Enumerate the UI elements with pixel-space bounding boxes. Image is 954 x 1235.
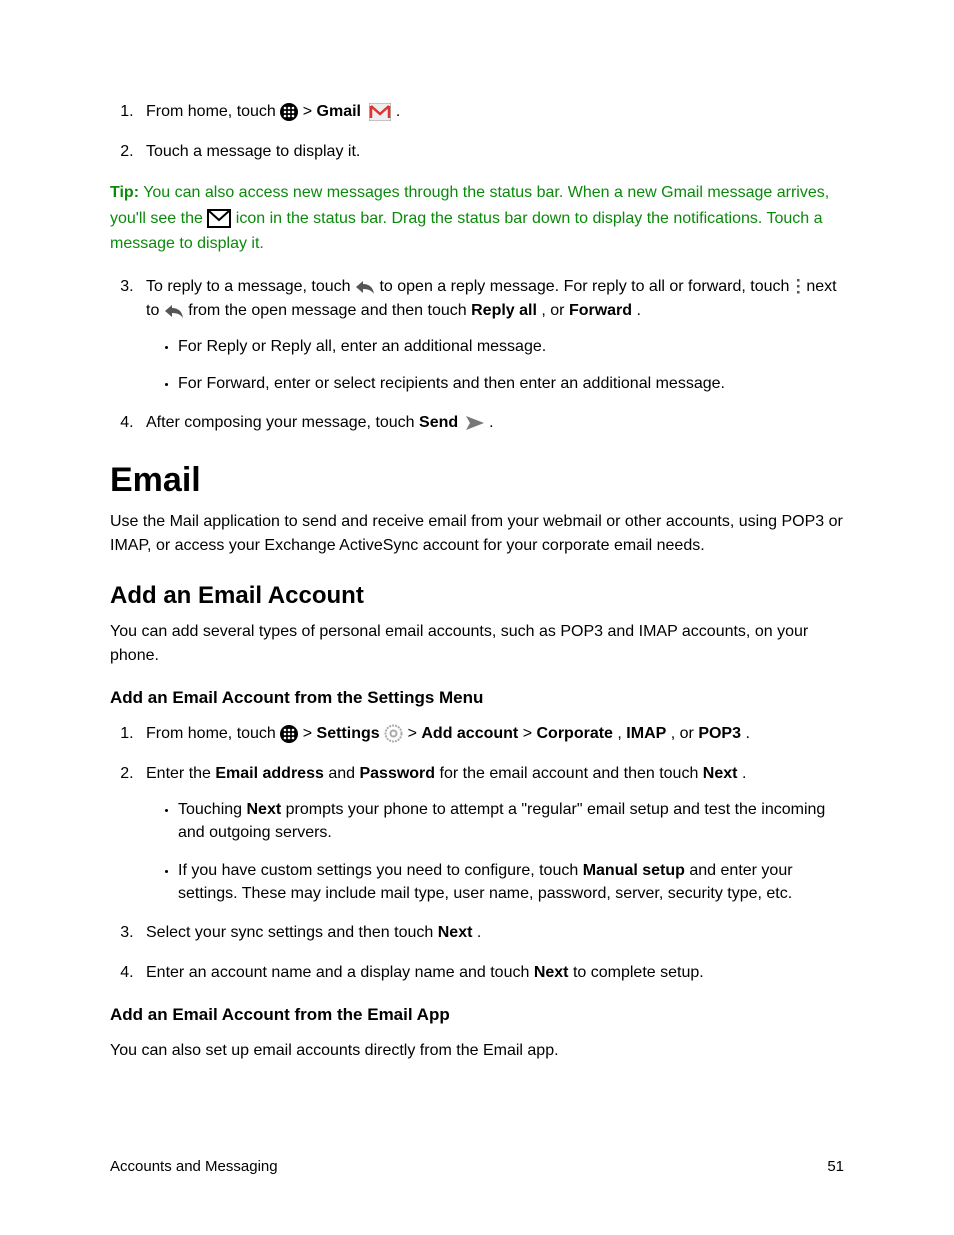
text: . xyxy=(742,765,746,782)
text: From home, touch xyxy=(146,725,280,742)
next-label: Next xyxy=(534,964,569,981)
pop3-label: POP3 xyxy=(698,725,741,742)
instruction-list-cont: To reply to a message, touch to open a r… xyxy=(110,275,844,435)
add-from-settings-heading: Add an Email Account from the Settings M… xyxy=(110,688,844,708)
add-account-intro: You can add several types of personal em… xyxy=(110,620,844,668)
email-intro: Use the Mail application to send and rec… xyxy=(110,510,844,558)
corporate-label: Corporate xyxy=(537,725,613,742)
add-account-heading: Add an Email Account xyxy=(110,582,844,610)
step-2: Enter the Email address and Password for… xyxy=(138,762,844,905)
step-4: After composing your message, touch Send… xyxy=(138,411,844,435)
email-heading: Email xyxy=(110,461,844,500)
text: to complete setup. xyxy=(573,964,704,981)
text: Touching xyxy=(178,801,247,818)
text: Enter the xyxy=(146,765,215,782)
text: From home, touch xyxy=(146,103,280,120)
text: Select your sync settings and then touch xyxy=(146,924,438,941)
manual-setup-label: Manual setup xyxy=(583,862,685,879)
instruction-list-top: From home, touch > Gmail . Touch a messa… xyxy=(110,100,844,164)
text: to open a reply message. For reply to al… xyxy=(379,278,793,295)
text: . xyxy=(396,103,400,120)
settings-label: Settings xyxy=(317,725,380,742)
text: from the open message and then touch xyxy=(188,302,471,319)
step-3: Select your sync settings and then touch… xyxy=(138,921,844,945)
more-vert-icon xyxy=(794,278,802,296)
settings-gear-icon xyxy=(384,724,403,743)
next-label: Next xyxy=(247,801,282,818)
text: > xyxy=(303,103,317,120)
apps-grid-icon xyxy=(280,725,298,743)
page: From home, touch > Gmail . Touch a messa… xyxy=(0,0,954,1235)
step-4: Enter an account name and a display name… xyxy=(138,961,844,985)
text: Touch a message to display it. xyxy=(146,143,360,160)
text: After composing your message, touch xyxy=(146,414,419,431)
text: and xyxy=(328,765,359,782)
sub-step: For Forward, enter or select recipients … xyxy=(178,372,844,395)
tip-label: Tip: xyxy=(110,184,139,201)
text: for the email account and then touch xyxy=(440,765,703,782)
gmail-label: Gmail xyxy=(317,103,361,120)
send-icon xyxy=(465,415,485,431)
next-label: Next xyxy=(703,765,738,782)
text: . xyxy=(637,302,641,319)
step-3: To reply to a message, touch to open a r… xyxy=(138,275,844,395)
step-2: Touch a message to display it. xyxy=(138,140,844,164)
sub-list: For Reply or Reply all, enter an additio… xyxy=(146,335,844,395)
text: , or xyxy=(541,302,569,319)
reply-icon xyxy=(164,303,184,319)
text: For Forward, enter or select recipients … xyxy=(178,375,725,392)
text: . xyxy=(477,924,481,941)
sub-step: For Reply or Reply all, enter an additio… xyxy=(178,335,844,358)
add-from-app-heading: Add an Email Account from the Email App xyxy=(110,1005,844,1025)
step-1: From home, touch > Gmail . xyxy=(138,100,844,124)
footer-section: Accounts and Messaging xyxy=(110,1158,278,1175)
page-footer: Accounts and Messaging 51 xyxy=(110,1158,844,1175)
step-1: From home, touch > Settings > Add accoun… xyxy=(138,722,844,746)
sub-step: Touching Next prompts your phone to atte… xyxy=(178,798,844,844)
text: > xyxy=(303,725,317,742)
add-from-app-text: You can also set up email accounts direc… xyxy=(110,1039,844,1063)
sub-list: Touching Next prompts your phone to atte… xyxy=(146,798,844,905)
tip-note: Tip: You can also access new messages th… xyxy=(110,180,844,257)
text: > xyxy=(523,725,537,742)
text: Enter an account name and a display name… xyxy=(146,964,534,981)
send-label: Send xyxy=(419,414,458,431)
reply-all-label: Reply all xyxy=(471,302,537,319)
page-number: 51 xyxy=(827,1158,844,1175)
add-account-label: Add account xyxy=(421,725,518,742)
email-address-label: Email address xyxy=(215,765,324,782)
settings-steps-list: From home, touch > Settings > Add accoun… xyxy=(110,722,844,985)
text: > xyxy=(408,725,422,742)
text: For Reply or Reply all, enter an additio… xyxy=(178,338,546,355)
reply-icon xyxy=(355,279,375,295)
text: , xyxy=(617,725,626,742)
text: If you have custom settings you need to … xyxy=(178,862,583,879)
apps-grid-icon xyxy=(280,103,298,121)
text: To reply to a message, touch xyxy=(146,278,355,295)
next-label: Next xyxy=(438,924,473,941)
mail-notification-icon xyxy=(207,209,231,228)
gmail-icon xyxy=(369,103,391,121)
forward-label: Forward xyxy=(569,302,632,319)
imap-label: IMAP xyxy=(626,725,666,742)
text: . xyxy=(745,725,749,742)
text: , or xyxy=(671,725,699,742)
text: . xyxy=(489,414,493,431)
sub-step: If you have custom settings you need to … xyxy=(178,859,844,905)
password-label: Password xyxy=(359,765,435,782)
